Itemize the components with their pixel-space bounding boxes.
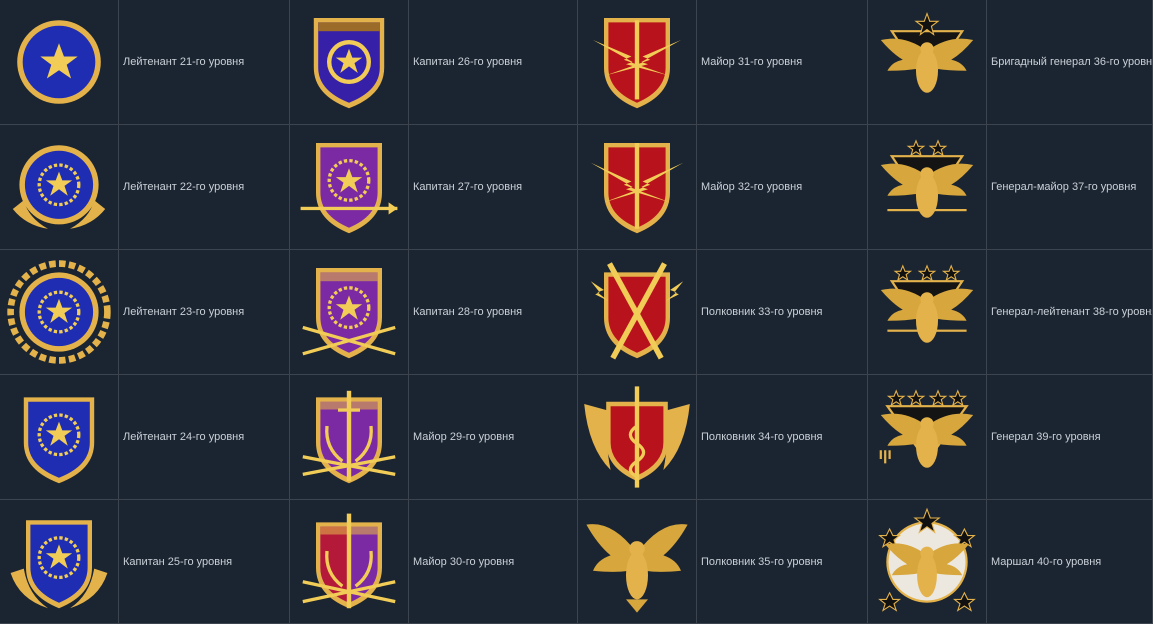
- rank-cell: Генерал 39-го уровня: [868, 375, 1153, 500]
- rank-label: Майор 31-го уровня: [701, 56, 803, 68]
- rank-cell: Майор 31-го уровня: [578, 0, 868, 125]
- rank-label: Лейтенант 22-го уровня: [123, 181, 245, 193]
- rank-cell: Капитан 25-го уровня: [0, 500, 290, 624]
- blue-round-star-badge-icon: [0, 0, 119, 124]
- rank-label: Капитан 28-го уровня: [413, 306, 523, 318]
- gold-eagle-three-stars-icon: [868, 250, 987, 374]
- rank-label: Лейтенант 21-го уровня: [123, 56, 245, 68]
- blue-purple-shield-star-badge-icon: [290, 0, 409, 124]
- rank-label: Капитан 26-го уровня: [413, 56, 523, 68]
- gold-eagle-icon: [578, 500, 697, 623]
- blue-shield-wreath-star-icon: [0, 500, 119, 623]
- rank-label: Генерал-майор 37-го уровня: [991, 181, 1137, 193]
- rank-cell: Капитан 26-го уровня: [290, 0, 578, 125]
- rank-label: Генерал 39-го уровня: [991, 431, 1101, 443]
- rank-cell: Майор 32-го уровня: [578, 125, 868, 250]
- blue-shield-gear-star-icon: [0, 375, 119, 499]
- red-shield-crossed-swords-icon: [578, 250, 697, 374]
- rank-label: Полковник 34-го уровня: [701, 431, 823, 443]
- red-shield-sword-lightning-icon: [578, 0, 697, 124]
- rank-grid: Лейтенант 21-го уровня Капитан 26-го уро…: [0, 0, 1153, 624]
- rank-label: Майор 29-го уровня: [413, 431, 515, 443]
- gold-eagle-two-stars-icon: [868, 125, 987, 249]
- rank-cell: Генерал-майор 37-го уровня: [868, 125, 1153, 250]
- blue-round-gear-star-badge-icon: [0, 125, 119, 249]
- rank-label: Капитан 27-го уровня: [413, 181, 523, 193]
- gold-eagle-five-stars-icon: [868, 500, 987, 623]
- rank-label: Полковник 33-го уровня: [701, 306, 823, 318]
- rank-label: Майор 32-го уровня: [701, 181, 803, 193]
- rank-cell: Маршал 40-го уровня: [868, 500, 1153, 624]
- rank-cell: Лейтенант 22-го уровня: [0, 125, 290, 250]
- purple-shield-sword-wreath-icon: [290, 375, 409, 499]
- purple-shield-gear-arrow-icon: [290, 125, 409, 249]
- purple-shield-sword-arrows-icon: [290, 500, 409, 623]
- rank-cell: Бригадный генерал 36-го уровня: [868, 0, 1153, 125]
- rank-label: Капитан 25-го уровня: [123, 555, 233, 568]
- rank-cell: Лейтенант 23-го уровня: [0, 250, 290, 375]
- rank-cell: Полковник 33-го уровня: [578, 250, 868, 375]
- rank-label: Генерал-лейтенант 38-го уровня: [991, 306, 1152, 318]
- rank-label: Лейтенант 24-го уровня: [123, 431, 245, 443]
- red-shield-winged-serpent-sword-icon: [578, 375, 697, 499]
- gold-eagle-four-stars-icon: [868, 375, 987, 499]
- blue-round-wreath-badge-icon: [0, 250, 119, 374]
- rank-cell: Полковник 34-го уровня: [578, 375, 868, 500]
- rank-cell: Капитан 28-го уровня: [290, 250, 578, 375]
- rank-label: Майор 30-го уровня: [413, 555, 515, 568]
- rank-label: Маршал 40-го уровня: [991, 555, 1102, 568]
- rank-label: Полковник 35-го уровня: [701, 555, 823, 568]
- rank-cell: Майор 29-го уровня: [290, 375, 578, 500]
- rank-label: Лейтенант 23-го уровня: [123, 306, 245, 318]
- red-shield-sword-lightning-icon: [578, 125, 697, 249]
- rank-cell: Капитан 27-го уровня: [290, 125, 578, 250]
- gold-eagle-one-star-icon: [868, 0, 987, 124]
- purple-shield-crossed-arrows-icon: [290, 250, 409, 374]
- rank-label: Бригадный генерал 36-го уровня: [991, 56, 1152, 68]
- rank-cell: Майор 30-го уровня: [290, 500, 578, 624]
- rank-cell: Полковник 35-го уровня: [578, 500, 868, 624]
- rank-cell: Генерал-лейтенант 38-го уровня: [868, 250, 1153, 375]
- rank-cell: Лейтенант 21-го уровня: [0, 0, 290, 125]
- rank-cell: Лейтенант 24-го уровня: [0, 375, 290, 500]
